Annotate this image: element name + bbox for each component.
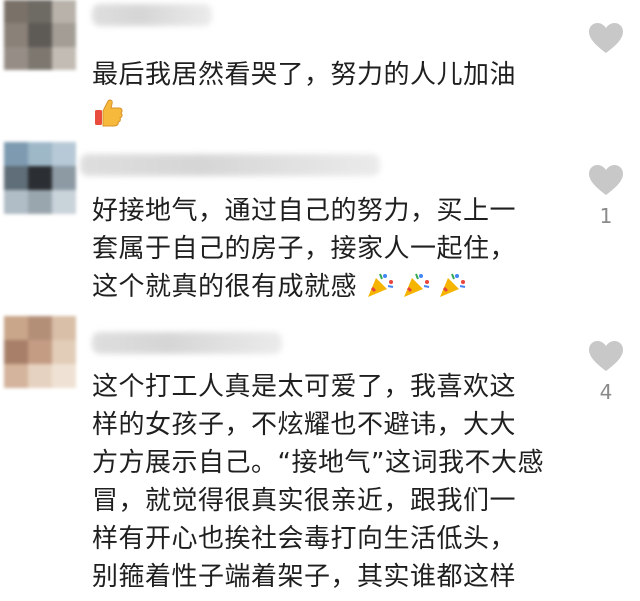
heart-icon [589,165,623,195]
like-count: 4 [599,380,613,404]
comment-text: 最后我居然看哭了，努力的人儿加油 [92,60,517,90]
comment-text: 这个打工人真是太可爱了，我喜欢这 样的女孩子，不炫耀也不避讳，大大 方方展示自己… [92,372,544,592]
comment-item: 好接地气，通过自己的努力，买上一 套属于自己的房子，接家人一起住， 这个就真的很… [0,140,640,310]
party-popper-icon [401,270,431,300]
heart-icon [589,341,623,371]
heart-icon [589,23,623,53]
avatar[interactable] [4,0,76,70]
party-popper-icon [365,270,395,300]
like-button[interactable]: 1 [586,164,626,228]
like-button[interactable]: 4 [586,340,626,404]
comment-text: 好接地气，通过自己的努力，买上一 套属于自己的房子，接家人一起住， 这个就真的很… [92,196,517,302]
like-button[interactable] [586,22,626,62]
party-popper-icon [437,270,467,300]
username-blurred[interactable] [92,4,212,26]
thumbs-up-icon [92,96,124,132]
avatar[interactable] [4,142,76,214]
comment-item: 最后我居然看哭了，努力的人儿加油 [0,0,640,135]
like-count: 1 [599,204,613,228]
avatar[interactable] [4,316,76,388]
username-blurred[interactable] [80,154,380,176]
username-blurred[interactable] [92,332,282,354]
comment-item: 这个打工人真是太可爱了，我喜欢这 样的女孩子，不炫耀也不避讳，大大 方方展示自己… [0,312,640,601]
